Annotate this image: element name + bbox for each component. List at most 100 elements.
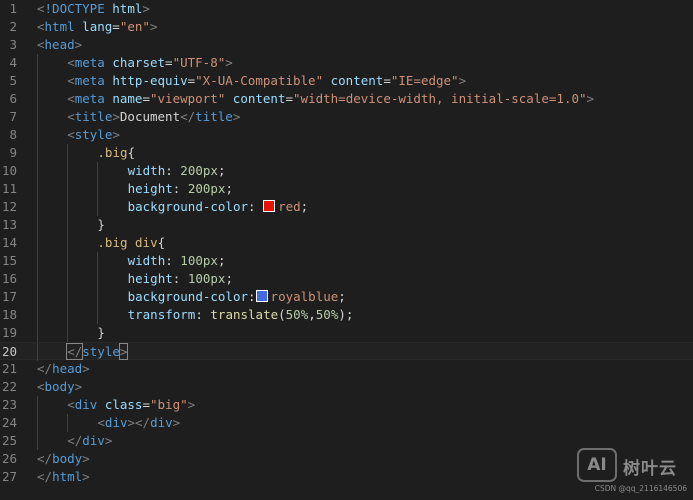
line-number: 7	[9, 109, 17, 124]
code-line[interactable]: 19}	[0, 324, 693, 342]
indent-guide	[37, 288, 38, 306]
line-code[interactable]: <div></div>	[97, 414, 180, 432]
indent-guide	[67, 198, 69, 216]
line-number: 11	[1, 181, 17, 196]
code-line[interactable]: 17 background-color: royalblue;	[0, 288, 693, 306]
code-line[interactable]: 10 width: 200px;	[0, 162, 693, 180]
code-line[interactable]: 8 <style>	[0, 126, 693, 144]
line-number: 23	[1, 397, 17, 412]
code-line[interactable]: 21 </head>	[0, 360, 693, 378]
token-punc: >	[187, 397, 196, 412]
code-lines[interactable]: 1 <!DOCTYPE html> 2 <html lang="en"> 3 <head>…	[0, 0, 693, 486]
indent-guide	[97, 180, 99, 198]
line-code[interactable]: transform: translate(50%,50%);	[128, 306, 354, 324]
token-text: =	[142, 91, 150, 106]
token-prop: background-color	[127, 289, 249, 304]
line-code[interactable]: </style>	[66, 343, 129, 361]
line-code[interactable]: .big div{	[97, 234, 165, 252]
line-code[interactable]: <style>	[67, 126, 120, 144]
indent-guide	[37, 198, 38, 216]
line-code[interactable]: }	[97, 216, 105, 234]
token-punc: ></	[127, 415, 151, 430]
line-code[interactable]: <meta http-equiv = "X-UA-Compatible" conte…	[67, 72, 466, 90]
token-punc: >	[586, 91, 595, 106]
code-line[interactable]: 16 height: 100px;	[0, 270, 693, 288]
line-code[interactable]: <!DOCTYPE html>	[37, 0, 150, 18]
token-tag: div	[104, 415, 128, 430]
token-val: red	[278, 199, 301, 214]
line-code[interactable]: }	[97, 324, 105, 342]
line-code[interactable]: height: 200px;	[128, 180, 233, 198]
line-code[interactable]: <head>	[37, 36, 82, 54]
line-code[interactable]: </html>	[37, 468, 90, 486]
code-line[interactable]: 2 <html lang="en">	[0, 18, 693, 36]
indent-guide	[37, 324, 38, 342]
code-line[interactable]: 22 <body>	[0, 378, 693, 396]
token-attr: name	[112, 91, 143, 106]
line-code[interactable]: width: 100px;	[128, 252, 226, 270]
token-text: {	[127, 145, 136, 160]
token-punc: <	[67, 73, 75, 88]
line-number: 10	[1, 163, 17, 178]
indent-guide	[37, 306, 38, 324]
indent-guide	[37, 432, 38, 450]
code-line[interactable]: 13}	[0, 216, 693, 234]
token-attr: html	[112, 1, 143, 16]
line-code[interactable]: </head>	[37, 360, 90, 378]
code-line[interactable]: 12 background-color: red;	[0, 198, 693, 216]
line-code[interactable]: background-color: red;	[128, 198, 309, 216]
token-punc: >	[74, 37, 83, 52]
token-punc: >	[82, 469, 90, 484]
color-swatch-icon[interactable]	[263, 200, 276, 212]
token-attr: class	[104, 397, 143, 412]
line-code[interactable]: <meta charset="UTF-8">	[67, 54, 233, 72]
code-line[interactable]: 7 <title>Document</title>	[0, 108, 693, 126]
token-attr: content	[330, 73, 384, 88]
code-line[interactable]: 15 width: 100px;	[0, 252, 693, 270]
line-code[interactable]: <div class="big">	[67, 396, 195, 414]
code-line[interactable]: 14 .big div{	[0, 234, 693, 252]
code-line[interactable]: 9 .big{	[0, 144, 693, 162]
code-line[interactable]: 18 transform: translate(50%,50%);	[0, 306, 693, 324]
indent-guide	[37, 216, 38, 234]
token-tag: title	[74, 109, 113, 124]
indent-guide	[37, 396, 38, 414]
token-punc: >	[458, 73, 467, 88]
token-val: royalblue	[270, 289, 339, 304]
token-fn: translate	[210, 307, 279, 322]
line-code[interactable]: background-color: royalblue;	[128, 288, 346, 306]
token-text: =	[383, 73, 391, 88]
code-editor[interactable]: 1 <!DOCTYPE html> 2 <html lang="en"> 3 <head>…	[0, 0, 693, 500]
line-number: 27	[1, 469, 17, 484]
line-code[interactable]: <body>	[37, 378, 82, 396]
line-code[interactable]: width: 200px;	[128, 162, 226, 180]
line-code[interactable]: <html lang="en">	[37, 18, 157, 36]
indent-guide	[37, 144, 38, 162]
indent-guide	[37, 343, 38, 361]
code-line[interactable]: 3 <head>	[0, 36, 693, 54]
token-text: }	[97, 217, 105, 232]
indent-guide	[37, 162, 38, 180]
color-swatch-icon[interactable]	[255, 290, 268, 302]
token-attr: http-equiv	[112, 73, 188, 88]
line-code[interactable]: .big{	[97, 144, 135, 162]
code-line[interactable]: 1 <!DOCTYPE html>	[0, 0, 693, 18]
token-tag: meta	[74, 55, 105, 70]
line-code[interactable]: <title>Document</title>	[67, 108, 240, 126]
code-line[interactable]: 6 <meta name="viewport" content="width=de…	[0, 90, 693, 108]
line-number: 13	[1, 217, 17, 232]
line-code[interactable]: <meta name="viewport" content="width=dev…	[67, 90, 594, 108]
token-punc: </	[66, 343, 84, 360]
line-code[interactable]: </div>	[67, 432, 112, 450]
code-line[interactable]: 23 <div class="big">	[0, 396, 693, 414]
code-line[interactable]: 5 <meta http-equiv = "X-UA-Compatible" cont…	[0, 72, 693, 90]
code-line[interactable]: 20 </style>	[0, 342, 693, 361]
line-code[interactable]: </body>	[37, 450, 90, 468]
token-text: Document	[119, 109, 181, 124]
line-code[interactable]: height: 100px;	[128, 270, 233, 288]
code-line[interactable]: 4 <meta charset="UTF-8">	[0, 54, 693, 72]
token-punc: >	[142, 1, 150, 16]
code-line[interactable]: 24 <div></div>	[0, 414, 693, 432]
code-line[interactable]: 11 height: 200px;	[0, 180, 693, 198]
